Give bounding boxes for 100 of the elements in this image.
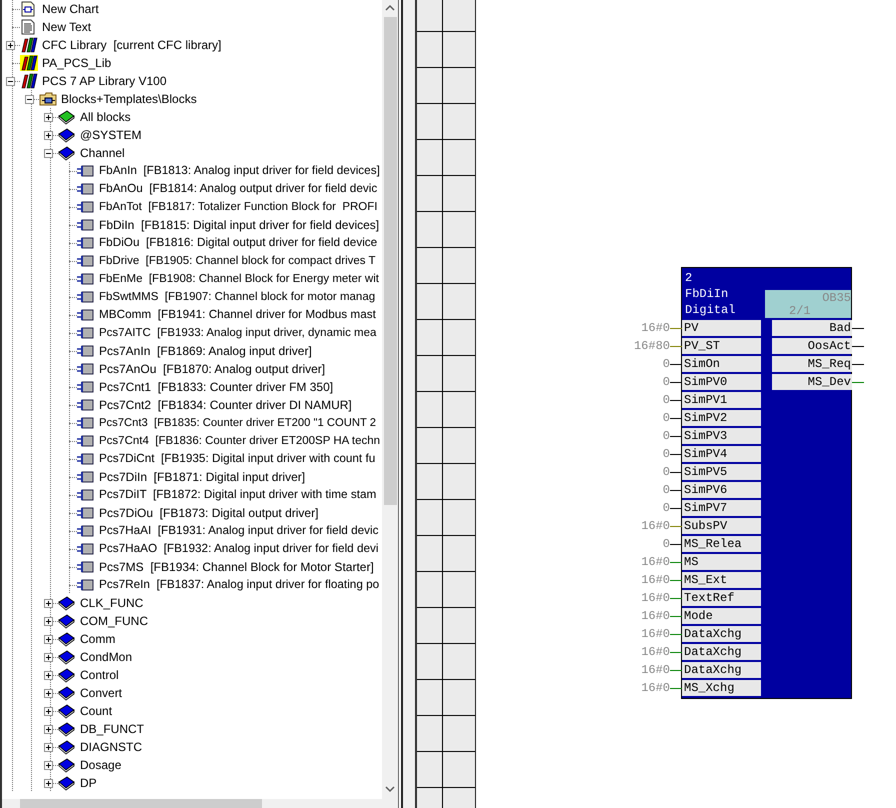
tree-item[interactable]: DB_FUNCT	[80, 721, 144, 737]
tree-item[interactable]: CondMon	[80, 649, 132, 665]
input-pin[interactable]: MS	[682, 554, 761, 570]
expand-icon[interactable]	[44, 742, 52, 752]
input-pin[interactable]: SimPV7	[682, 500, 761, 516]
tree-item[interactable]: Pcs7Cnt1 [FB1833: Counter driver FM 350]	[99, 379, 334, 395]
input-pin[interactable]: SimPV2	[682, 410, 761, 426]
tree-item[interactable]: Channel	[80, 145, 125, 161]
input-value: 0	[662, 465, 670, 479]
expand-icon[interactable]	[44, 760, 52, 770]
output-pin[interactable]: Bad	[772, 320, 852, 336]
input-pin[interactable]: SubsPV	[682, 518, 761, 534]
input-pin[interactable]: DataXchg	[682, 644, 761, 660]
tree-item[interactable]: DIAGNSTC	[80, 739, 142, 755]
tree-item[interactable]: PA_PCS_Lib	[42, 55, 112, 71]
input-pin[interactable]: SimPV5	[682, 464, 761, 480]
input-value: 16#0	[640, 681, 670, 695]
expand-icon[interactable]	[44, 616, 52, 626]
collapse-icon[interactable]	[6, 76, 14, 86]
tree-item[interactable]: FbDiOu [FB1816: Digital output driver for field device	[99, 235, 378, 251]
input-pin[interactable]: TextRef	[682, 590, 761, 606]
input-pin[interactable]: Mode	[682, 608, 761, 624]
tree-item[interactable]: Blocks+Templates\Blocks	[61, 91, 197, 107]
input-pin[interactable]: MS_Xchg	[682, 680, 761, 696]
input-pin[interactable]: SimPV6	[682, 482, 761, 498]
tree-item[interactable]: Pcs7Cnt2 [FB1834: Counter driver DI NAMUR]	[99, 397, 352, 413]
tree-item[interactable]: Pcs7DiCnt [FB1935: Digital input driver with count fu	[99, 451, 376, 467]
expand-icon[interactable]	[44, 112, 52, 122]
tree-item[interactable]: New Chart	[42, 1, 99, 17]
input-pin[interactable]: SimPV0	[682, 374, 761, 390]
block-icon	[77, 326, 94, 340]
input-pin[interactable]: MS_Relea	[682, 536, 761, 552]
tree-item[interactable]: Pcs7DiIn [FB1871: Digital input driver]	[99, 469, 306, 485]
input-pin[interactable]: DataXchg	[682, 662, 761, 678]
input-pin[interactable]: SimPV3	[682, 428, 761, 444]
collapse-icon[interactable]	[44, 148, 52, 158]
output-pin[interactable]: OosAct	[772, 338, 852, 354]
tree-item[interactable]: Pcs7Cnt3 [FB1835: Counter driver ET200 "1 COUNT 2	[99, 415, 376, 431]
block-comment: Digital	[685, 302, 736, 318]
input-pin[interactable]: PV	[682, 320, 761, 336]
tree-item[interactable]: Pcs7DiOu [FB1873: Digital output driver]	[99, 505, 318, 521]
tree-item[interactable]: FbAnOu [FB1814: Analog output driver for field devic	[99, 181, 378, 197]
horizontal-scrollbar[interactable]	[2, 799, 398, 808]
tree-item[interactable]: Count	[80, 703, 112, 719]
expand-icon[interactable]	[44, 598, 52, 608]
expand-icon[interactable]	[44, 670, 52, 680]
tree-item[interactable]: Control	[80, 667, 119, 683]
input-pin[interactable]: SimOn	[682, 356, 761, 372]
tree-item[interactable]: FbAnIn [FB1813: Analog input driver for field devices]	[99, 163, 380, 179]
tree-item[interactable]: Pcs7HaAO [FB1932: Analog input driver for field devi	[99, 541, 379, 557]
collapse-icon[interactable]	[24, 94, 34, 104]
input-pin[interactable]: SimPV1	[682, 392, 761, 408]
expand-icon[interactable]	[44, 688, 52, 698]
input-value: 0	[662, 357, 670, 371]
scroll-thumb[interactable]	[384, 17, 396, 505]
tree-item[interactable]: MBComm [FB1941: Channel driver for Modbus mast	[99, 307, 376, 323]
tree-item[interactable]: Pcs7Cnt4 [FB1836: Counter driver ET200SP HA techn	[99, 433, 380, 449]
tree-item[interactable]: Dosage	[80, 757, 122, 773]
tree-item[interactable]: COM_FUNC	[80, 613, 148, 629]
tree-item[interactable]: FbSwtMMS [FB1907: Channel block for motor manag	[99, 289, 376, 305]
expand-icon[interactable]	[44, 652, 52, 662]
tree-item[interactable]: FbEnMe [FB1908: Channel Block for Energy meter wit	[99, 271, 379, 287]
tree-item[interactable]: Pcs7AnIn [FB1869: Analog input driver]	[99, 343, 312, 359]
expand-icon[interactable]	[44, 778, 52, 788]
tree-item[interactable]: Pcs7DiIT [FB1872: Digital input driver with time stam	[99, 487, 376, 503]
tree-item[interactable]: CLK_FUNC	[80, 595, 144, 611]
expand-icon[interactable]	[44, 130, 52, 140]
input-value: 0	[662, 411, 670, 425]
expand-icon[interactable]	[6, 40, 14, 50]
tree-item[interactable]: Pcs7HaAI [FB1931: Analog input driver for field devic	[99, 523, 379, 539]
input-value: 16#0	[640, 627, 670, 641]
input-value: 16#0	[640, 609, 670, 623]
tree-item[interactable]: DP	[80, 775, 97, 791]
tree-item[interactable]: New Text	[42, 19, 92, 35]
tree-item[interactable]: FbDrive [FB1905: Channel block for compact drives T	[99, 253, 376, 269]
sequence-label: 2/1	[789, 305, 812, 318]
tree-item[interactable]: Pcs7ReIn [FB1837: Analog input driver for floating po	[99, 577, 380, 593]
expand-icon[interactable]	[44, 706, 52, 716]
input-pin[interactable]: SimPV4	[682, 446, 761, 462]
tree-item[interactable]: Comm	[80, 631, 116, 647]
expand-icon[interactable]	[44, 724, 52, 734]
vertical-scrollbar[interactable]	[382, 0, 398, 799]
output-pin[interactable]: MS_Req	[772, 356, 852, 372]
tree-item[interactable]: FbDiIn [FB1815: Digital input driver for field devices]	[99, 217, 380, 233]
input-pin[interactable]: MS_Ext	[682, 572, 761, 588]
tree-item[interactable]: Pcs7AITC [FB1933: Analog input driver, dynamic mea	[99, 325, 376, 341]
output-pin[interactable]: MS_Dev	[772, 374, 852, 390]
tree-item[interactable]: PCS 7 AP Library V100	[42, 73, 167, 89]
tree-item[interactable]: Pcs7MS [FB1934: Channel Block for Motor Starter]	[99, 559, 374, 575]
tree-item[interactable]: Convert	[80, 685, 122, 701]
scroll-thumb[interactable]	[20, 799, 262, 808]
tree-item[interactable]: All blocks	[80, 109, 131, 125]
tree-item[interactable]: Pcs7AnOu [FB1870: Analog output driver]	[99, 361, 326, 377]
input-pin[interactable]: DataXchg	[682, 626, 761, 642]
tree-item[interactable]: FbAnTot [FB1817: Totalizer Function Block for PROFI	[99, 199, 378, 215]
tree-item[interactable]: @SYSTEM	[80, 127, 142, 143]
block-icon	[77, 434, 94, 448]
input-pin[interactable]: PV_ST	[682, 338, 761, 354]
expand-icon[interactable]	[44, 634, 52, 644]
tree-item[interactable]: CFC Library [current CFC library]	[42, 37, 222, 53]
